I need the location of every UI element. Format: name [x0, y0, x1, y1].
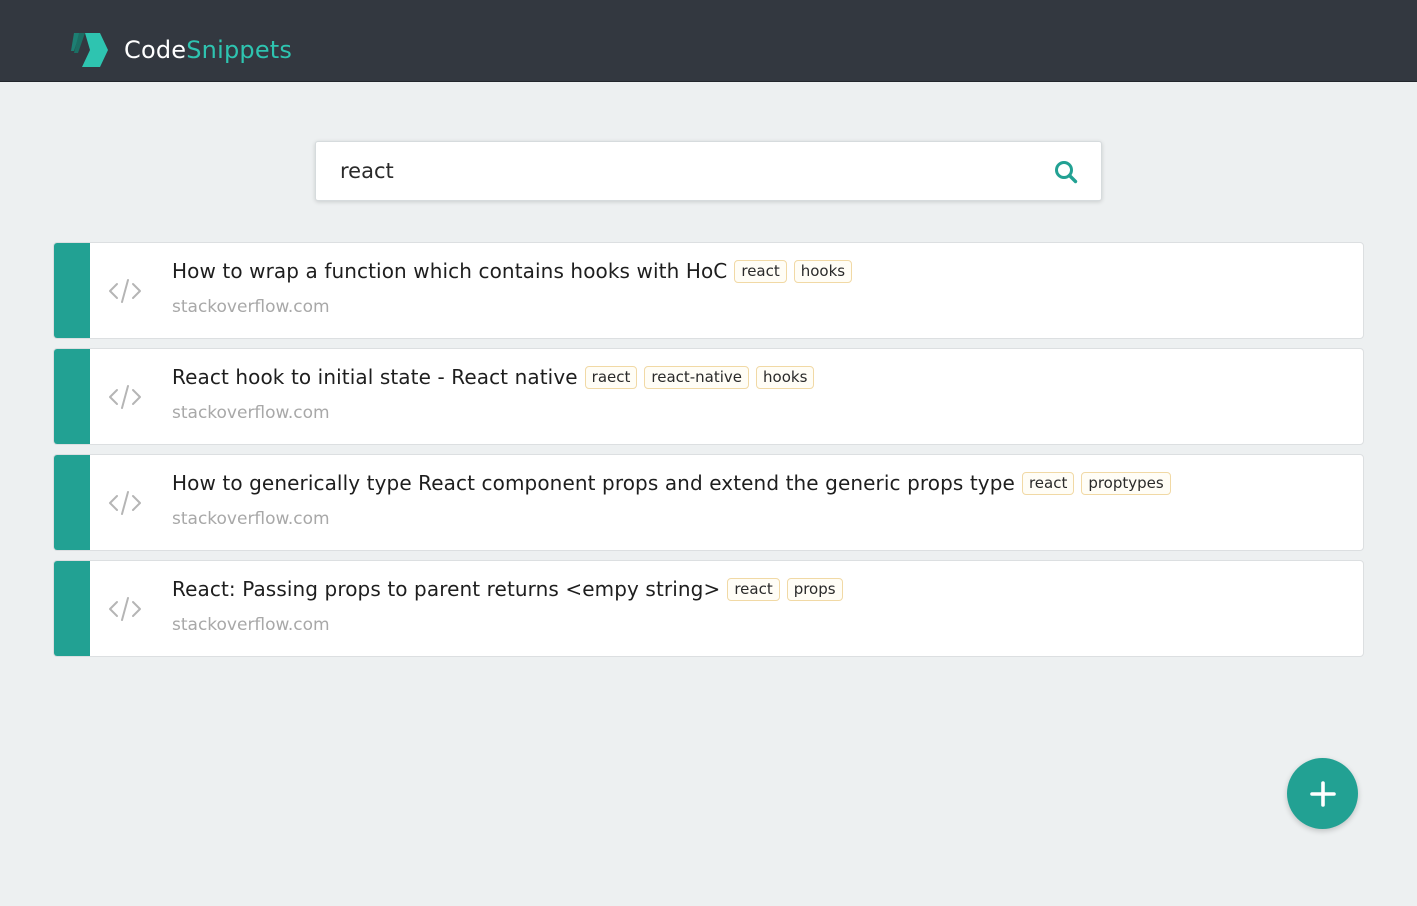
- card-accent-stripe: [54, 455, 90, 550]
- add-snippet-button[interactable]: [1287, 758, 1358, 829]
- snippet-card[interactable]: How to wrap a function which contains ho…: [53, 242, 1364, 339]
- snippet-list: How to wrap a function which contains ho…: [53, 242, 1364, 666]
- card-accent-stripe: [54, 243, 90, 338]
- tag[interactable]: hooks: [756, 365, 815, 389]
- tag[interactable]: react: [727, 577, 780, 601]
- search-box: [315, 141, 1102, 201]
- card-title-row: React: Passing props to parent returns <…: [172, 577, 843, 601]
- snippet-title[interactable]: How to generically type React component …: [172, 471, 1015, 495]
- top-navigation-bar: CodeSnippets: [0, 0, 1417, 82]
- search-icon[interactable]: [1053, 159, 1079, 185]
- snippet-card[interactable]: React: Passing props to parent returns <…: [53, 560, 1364, 657]
- code-icon: [109, 597, 141, 621]
- brand[interactable]: CodeSnippets: [70, 30, 292, 70]
- code-icon: [109, 279, 141, 303]
- card-accent-stripe: [54, 349, 90, 444]
- snippet-title[interactable]: React: Passing props to parent returns <…: [172, 577, 720, 601]
- snippet-source: stackoverflow.com: [172, 297, 330, 317]
- brand-name: CodeSnippets: [124, 36, 292, 64]
- tag[interactable]: react: [734, 259, 787, 283]
- snippet-source: stackoverflow.com: [172, 403, 330, 423]
- search-input[interactable]: [316, 142, 1036, 200]
- snippet-source: stackoverflow.com: [172, 615, 330, 635]
- snippet-title[interactable]: How to wrap a function which contains ho…: [172, 259, 727, 283]
- plus-icon: [1309, 780, 1336, 807]
- code-icon: [109, 491, 141, 515]
- brand-name-part2: Snippets: [186, 36, 293, 64]
- brand-name-part1: Code: [124, 36, 187, 64]
- tag[interactable]: raect: [584, 365, 638, 389]
- card-title-row: How to wrap a function which contains ho…: [172, 259, 853, 283]
- card-accent-stripe: [54, 561, 90, 656]
- snippet-card[interactable]: How to generically type React component …: [53, 454, 1364, 551]
- tag[interactable]: props: [786, 577, 843, 601]
- tag[interactable]: react-native: [644, 365, 750, 389]
- card-title-row: How to generically type React component …: [172, 471, 1171, 495]
- code-icon: [109, 385, 141, 409]
- tag[interactable]: hooks: [793, 259, 853, 283]
- card-title-row: React hook to initial state - React nati…: [172, 365, 815, 389]
- tag[interactable]: react: [1021, 471, 1075, 495]
- logo-icon: [71, 33, 108, 67]
- snippet-source: stackoverflow.com: [172, 509, 330, 529]
- tag[interactable]: proptypes: [1081, 471, 1171, 495]
- snippet-title[interactable]: React hook to initial state - React nati…: [172, 365, 578, 389]
- snippet-card[interactable]: React hook to initial state - React nati…: [53, 348, 1364, 445]
